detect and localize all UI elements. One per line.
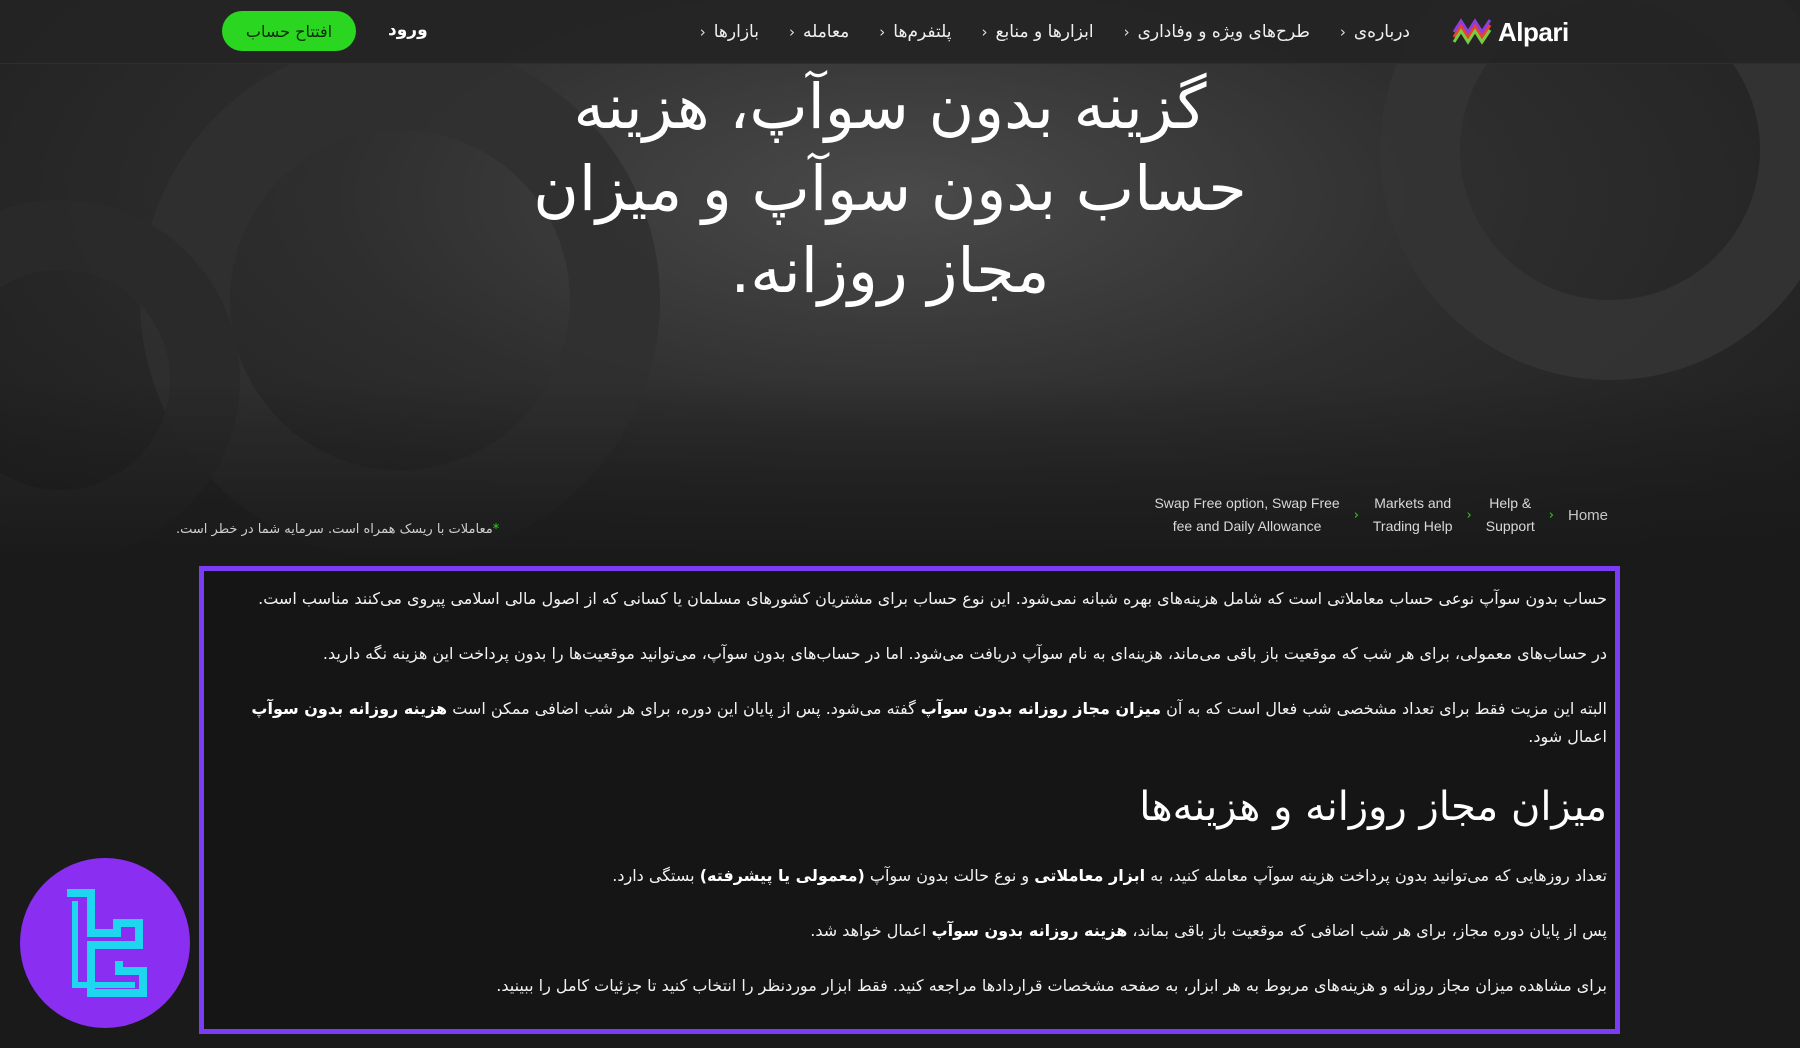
text-run: گفته می‌شود. پس از پایان این دوره، برای … bbox=[447, 699, 921, 718]
nav-label: طرح‌های ویژه و وفاداری bbox=[1137, 22, 1310, 42]
bold-term: هزینه روزانه بدون سوآپ bbox=[251, 699, 448, 718]
bold-term: یا bbox=[772, 866, 796, 885]
text-run: بستگی دارد. bbox=[612, 866, 700, 885]
chevron-left-icon: ‹ bbox=[879, 23, 886, 41]
paragraph-contract-specs: برای مشاهده میزان مجاز روزانه و هزینه‌ها… bbox=[496, 976, 1607, 995]
nav-programs-loyalty[interactable]: طرح‌های ویژه و وفاداری ‹ bbox=[1124, 22, 1310, 42]
brand-name: Alpari bbox=[1498, 16, 1569, 47]
chevron-right-icon: › bbox=[1466, 507, 1472, 523]
paragraph-regular-accounts: در حساب‌های معمولی، برای هر شب که موقعیت… bbox=[322, 644, 1607, 663]
nav-markets[interactable]: بازارها ‹ bbox=[700, 22, 759, 42]
crumb-line: Help & bbox=[1489, 495, 1532, 511]
chevron-left-icon: ‹ bbox=[788, 23, 795, 41]
paragraph-allowance: البته این مزیت فقط برای تعداد مشخصی شب ف… bbox=[212, 695, 1607, 751]
nav-label: بازارها bbox=[713, 22, 759, 42]
nav-tools-resources[interactable]: ابزارها و منابع ‹ bbox=[981, 22, 1093, 42]
nav-label: ابزارها و منابع bbox=[995, 22, 1094, 42]
breadcrumb-help-support[interactable]: Help & Support bbox=[1486, 492, 1535, 538]
risk-warning: *معاملات با ریسک همراه است. سرمایه شما د… bbox=[176, 522, 499, 537]
bold-term: ابزار معاملاتی bbox=[1034, 866, 1146, 885]
chevron-right-icon: › bbox=[1353, 507, 1359, 523]
crumb-line: Trading Help bbox=[1372, 518, 1453, 534]
text-run: اعمال شود. bbox=[1528, 727, 1607, 746]
chevron-left-icon: ‹ bbox=[981, 23, 988, 41]
text-run: پس از پایان دوره مجاز، برای هر شب اضافی … bbox=[1127, 921, 1607, 940]
bold-term: پیشرفته bbox=[707, 866, 773, 885]
login-link[interactable]: ورود bbox=[388, 20, 428, 40]
open-account-button[interactable]: افتتاح حساب bbox=[222, 11, 356, 51]
brand-logo[interactable]: Alpari bbox=[1452, 10, 1569, 54]
alpari-logo-icon bbox=[1452, 18, 1492, 45]
chevron-left-icon: ‹ bbox=[699, 23, 706, 41]
nav-trade[interactable]: معامله ‹ bbox=[789, 22, 849, 42]
crumb-line: Swap Free option, Swap Free bbox=[1154, 495, 1340, 511]
text-run: البته این مزیت فقط برای تعداد مشخصی شب ف… bbox=[1161, 699, 1607, 718]
crumb-line: Markets and bbox=[1374, 495, 1452, 511]
nav-about[interactable]: درباره‌ی ‹ bbox=[1340, 22, 1410, 42]
text-run: اعمال خواهد شد. bbox=[810, 921, 932, 940]
paragraph-days: تعداد روزهایی که می‌توانید بدون پرداخت ه… bbox=[212, 862, 1607, 890]
breadcrumb-markets-trading-help[interactable]: Markets and Trading Help bbox=[1373, 492, 1453, 538]
paragraph-after-period: پس از پایان دوره مجاز، برای هر شب اضافی … bbox=[212, 917, 1607, 945]
bold-term: ( bbox=[857, 866, 865, 885]
watermark-badge bbox=[20, 858, 190, 1028]
crumb-line: Support bbox=[1485, 518, 1535, 534]
text-run: تعداد روزهایی که می‌توانید بدون پرداخت ه… bbox=[1145, 866, 1607, 885]
text-run: و نوع حالت بدون سوآپ bbox=[864, 866, 1035, 885]
title-line: حساب بدون سوآپ و میزان bbox=[533, 152, 1247, 225]
crumb-line: fee and Daily Allowance bbox=[1172, 518, 1322, 534]
chevron-right-icon: › bbox=[1548, 507, 1554, 523]
risk-text: معاملات با ریسک همراه است. سرمایه شما در… bbox=[176, 522, 493, 537]
main-menu: بازارها ‹ معامله ‹ پلتفرم‌ها ‹ ابزارها و… bbox=[700, 0, 1410, 64]
breadcrumb: Home › Help & Support › Markets and Trad… bbox=[1154, 492, 1608, 538]
article-content: حساب بدون سوآپ نوعی حساب معاملاتی است که… bbox=[199, 566, 1620, 1034]
paragraph-intro: حساب بدون سوآپ نوعی حساب معاملاتی است که… bbox=[258, 589, 1607, 608]
bold-term: هزینه روزانه بدون سوآپ bbox=[931, 921, 1128, 940]
breadcrumb-current: Swap Free option, Swap Free fee and Dail… bbox=[1154, 492, 1339, 538]
bold-term: معمولی bbox=[795, 866, 858, 885]
nav-label: پلتفرم‌ها bbox=[893, 22, 952, 42]
page-title: گزینه بدون سوآپ، هزینه حساب بدون سوآپ و … bbox=[440, 66, 1340, 312]
nav-label: درباره‌ی bbox=[1353, 22, 1410, 42]
top-navigation: Alpari بازارها ‹ معامله ‹ پلتفرم‌ها ‹ اب… bbox=[0, 0, 1800, 64]
nav-platforms[interactable]: پلتفرم‌ها ‹ bbox=[879, 22, 951, 42]
title-line: مجاز روزانه. bbox=[730, 234, 1050, 307]
section-heading: میزان مجاز روزانه و هزینه‌ها bbox=[1139, 784, 1607, 830]
breadcrumb-home[interactable]: Home bbox=[1568, 504, 1608, 527]
nav-label: معامله bbox=[802, 22, 850, 42]
chevron-left-icon: ‹ bbox=[1339, 23, 1346, 41]
chevron-left-icon: ‹ bbox=[1123, 23, 1130, 41]
bold-term: میزان مجاز روزانه بدون سوآپ bbox=[920, 699, 1162, 718]
bold-term: ) bbox=[699, 866, 707, 885]
title-line: گزینه بدون سوآپ، هزینه bbox=[573, 70, 1207, 143]
tf-logo-icon bbox=[67, 889, 147, 997]
risk-star: * bbox=[492, 522, 500, 537]
